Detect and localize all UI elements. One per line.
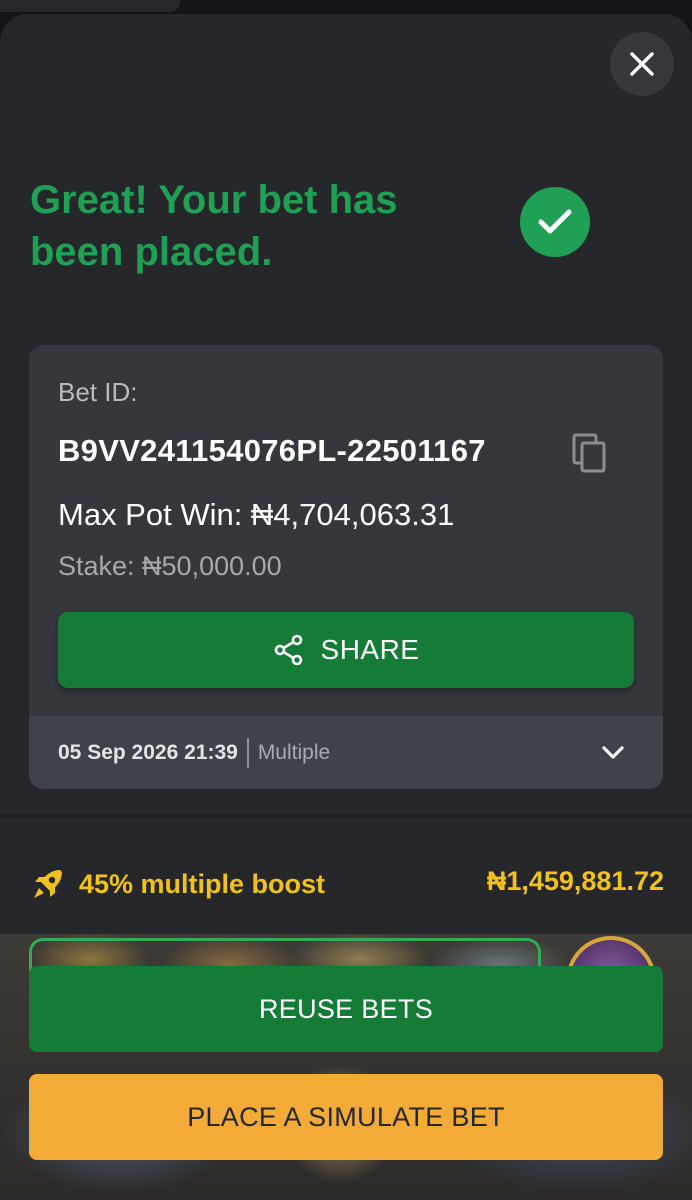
share-label: SHARE xyxy=(320,634,420,665)
section-divider xyxy=(0,815,692,817)
bet-datetime: 05 Sep 2026 21:39 xyxy=(58,740,238,764)
check-circle-icon xyxy=(520,187,590,257)
share-button[interactable]: SHARE xyxy=(58,612,634,688)
share-icon xyxy=(274,634,302,666)
reuse-bets-button[interactable]: REUSE BETS xyxy=(29,966,663,1052)
copy-button[interactable] xyxy=(570,431,610,475)
chevron-down-icon xyxy=(602,746,624,759)
copy-icon xyxy=(572,433,606,473)
close-icon xyxy=(630,52,654,76)
simulate-bet-button[interactable]: PLACE A SIMULATE BET xyxy=(29,1074,663,1160)
bet-details-toggle[interactable]: 05 Sep 2026 21:39 Multiple xyxy=(29,716,663,789)
max-pot-win: Max Pot Win: ₦4,704,063.31 xyxy=(58,497,455,532)
bet-summary-card: Bet ID: B9VV241154076PL-22501167 Max Pot… xyxy=(29,345,663,789)
rocket-icon xyxy=(34,870,62,898)
footer-separator xyxy=(246,737,249,768)
bet-type: Multiple xyxy=(257,740,331,764)
multiple-boost-row: 45% multiple boost ₦1,459,881.72 xyxy=(30,864,664,904)
boost-label: 45% multiple boost xyxy=(79,868,326,899)
background-peek xyxy=(0,0,180,12)
success-title: Great! Your bet has been placed. xyxy=(30,178,398,274)
close-button[interactable] xyxy=(610,32,674,96)
bet-id-label: Bet ID: xyxy=(58,377,138,407)
stake-amount: Stake: ₦50,000.00 xyxy=(58,551,282,581)
boost-amount: ₦1,459,881.72 xyxy=(486,866,664,896)
bet-id-value: B9VV241154076PL-22501167 xyxy=(58,433,486,468)
bet-placed-sheet: Great! Your bet has been placed. Bet ID:… xyxy=(0,14,692,1200)
